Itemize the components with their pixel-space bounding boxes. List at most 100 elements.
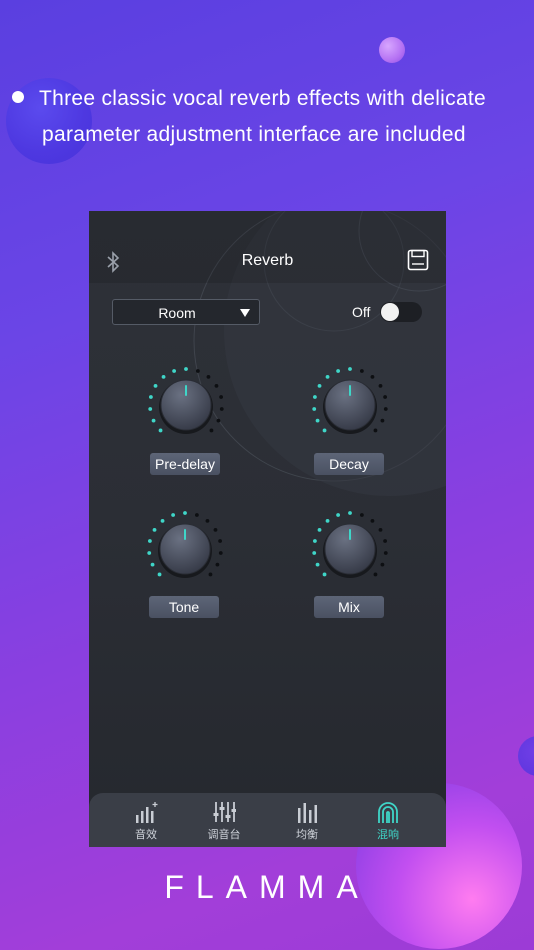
- preset-value: Room: [158, 305, 196, 321]
- knob-level-dot: [313, 395, 317, 399]
- knob-graphic: [312, 511, 388, 578]
- knob-level-dot: [359, 369, 364, 373]
- knob-graphic: [147, 511, 223, 578]
- knob-level-dot: [325, 374, 330, 379]
- preset-dropdown[interactable]: Room: [112, 299, 260, 325]
- knob-level-dot: [195, 369, 200, 373]
- knob-level-dot: [378, 383, 383, 388]
- knob-level-dot: [322, 572, 327, 577]
- knob-level-dot: [219, 407, 224, 411]
- knob-level-dot: [184, 367, 188, 371]
- knob-level-dot: [383, 539, 387, 543]
- brand-logo: FLAMMA: [0, 865, 534, 910]
- knob-level-dot: [359, 513, 364, 517]
- knob-level-dot: [219, 395, 223, 399]
- knob-level-dot: [370, 518, 375, 523]
- equalizer-icon: [298, 803, 317, 823]
- tab-equalizer[interactable]: 均衡: [272, 793, 342, 847]
- effects-icon: [136, 802, 158, 823]
- knob-level-dot: [373, 428, 378, 433]
- knob-level-dot: [218, 539, 222, 543]
- knob-level-dot: [148, 539, 152, 543]
- knob-level-dot: [383, 551, 388, 555]
- knob-level-dot: [383, 395, 387, 399]
- tab-label: 音效: [135, 829, 157, 841]
- knob-level-dot: [312, 551, 317, 555]
- tone-label: Tone: [149, 596, 219, 618]
- headline-line-2: parameter adjustment interface are inclu…: [42, 123, 466, 146]
- knob-level-dot: [317, 527, 322, 532]
- knob-level-dot: [151, 418, 156, 423]
- knob-level-dot: [161, 374, 166, 379]
- knob-level-dot: [313, 539, 317, 543]
- brand-text: FLAMMA: [164, 869, 369, 905]
- knob-graphic: [148, 367, 224, 434]
- knob-level-dot: [147, 551, 152, 555]
- knob-level-dot: [206, 374, 211, 379]
- knob-level-dot: [209, 428, 214, 433]
- knob-level-dot: [158, 428, 163, 433]
- knob-level-dot: [370, 374, 375, 379]
- save-icon[interactable]: [407, 249, 429, 271]
- knob-level-dot: [373, 572, 378, 577]
- headline-line-1: Three classic vocal reverb effects with …: [39, 87, 487, 110]
- decor-circle: [518, 736, 534, 776]
- knob-level-dot: [149, 395, 153, 399]
- page-title: Reverb: [241, 252, 294, 269]
- knob-level-dot: [194, 513, 199, 517]
- knob-level-dot: [315, 562, 320, 567]
- knob-level-dot: [312, 407, 317, 411]
- caret-down-icon: [240, 309, 250, 317]
- decor-circle: [379, 37, 405, 63]
- knob-level-dot: [171, 513, 176, 517]
- knob-level-dot: [157, 572, 162, 577]
- knob-level-dot: [150, 562, 155, 567]
- bottom-tab-bar: 音效 调音台 均衡 混响: [89, 793, 446, 847]
- flamma-logo: FLAMMA: [164, 869, 369, 905]
- knob-level-dot: [172, 369, 177, 373]
- knob-level-dot: [380, 418, 385, 423]
- knob-level-dot: [315, 418, 320, 423]
- knob-level-dot: [208, 572, 213, 577]
- knob-level-dot: [322, 428, 327, 433]
- knob-level-dot: [325, 518, 330, 523]
- knob-level-dot: [214, 383, 219, 388]
- tab-mixer[interactable]: 调音台: [189, 793, 259, 847]
- reverb-icon: [378, 802, 398, 823]
- pre-delay-knob[interactable]: [146, 365, 226, 445]
- app-screen: Reverb Room Off Pre-delay Decay Tone Mix: [89, 211, 446, 847]
- knob-level-dot: [380, 562, 385, 567]
- tab-label: 均衡: [296, 829, 318, 841]
- knob-level-dot: [317, 383, 322, 388]
- mix-knob[interactable]: [310, 509, 390, 589]
- knob-level-dot: [215, 562, 220, 567]
- knob-level-dot: [160, 518, 165, 523]
- mix-label: Mix: [314, 596, 384, 618]
- app-header: Reverb: [89, 211, 446, 283]
- knob-level-dot: [378, 527, 383, 532]
- knob-level-dot: [336, 369, 341, 373]
- knob-graphic: [312, 367, 388, 434]
- knob-level-dot: [152, 527, 157, 532]
- knob-level-dot: [218, 551, 223, 555]
- decay-label: Decay: [314, 453, 384, 475]
- knob-level-dot: [213, 527, 218, 532]
- reverb-toggle[interactable]: [380, 302, 422, 322]
- switch-label: Off: [352, 304, 371, 320]
- knob-level-dot: [183, 511, 187, 515]
- knob-level-dot: [348, 367, 352, 371]
- tab-effects[interactable]: 音效: [111, 793, 181, 847]
- knob-level-dot: [336, 513, 341, 517]
- tab-label: 混响: [377, 829, 399, 841]
- tone-knob[interactable]: [145, 509, 225, 589]
- tab-label: 调音台: [207, 829, 241, 841]
- bullet-icon: [12, 91, 24, 103]
- knob-level-dot: [216, 418, 221, 423]
- toggle-knob: [381, 303, 399, 321]
- decay-knob[interactable]: [310, 365, 390, 445]
- knob-level-dot: [148, 407, 153, 411]
- tab-reverb[interactable]: 混响: [353, 793, 423, 847]
- knob-level-dot: [153, 383, 158, 388]
- pre-delay-label: Pre-delay: [150, 453, 220, 475]
- knob-level-dot: [383, 407, 388, 411]
